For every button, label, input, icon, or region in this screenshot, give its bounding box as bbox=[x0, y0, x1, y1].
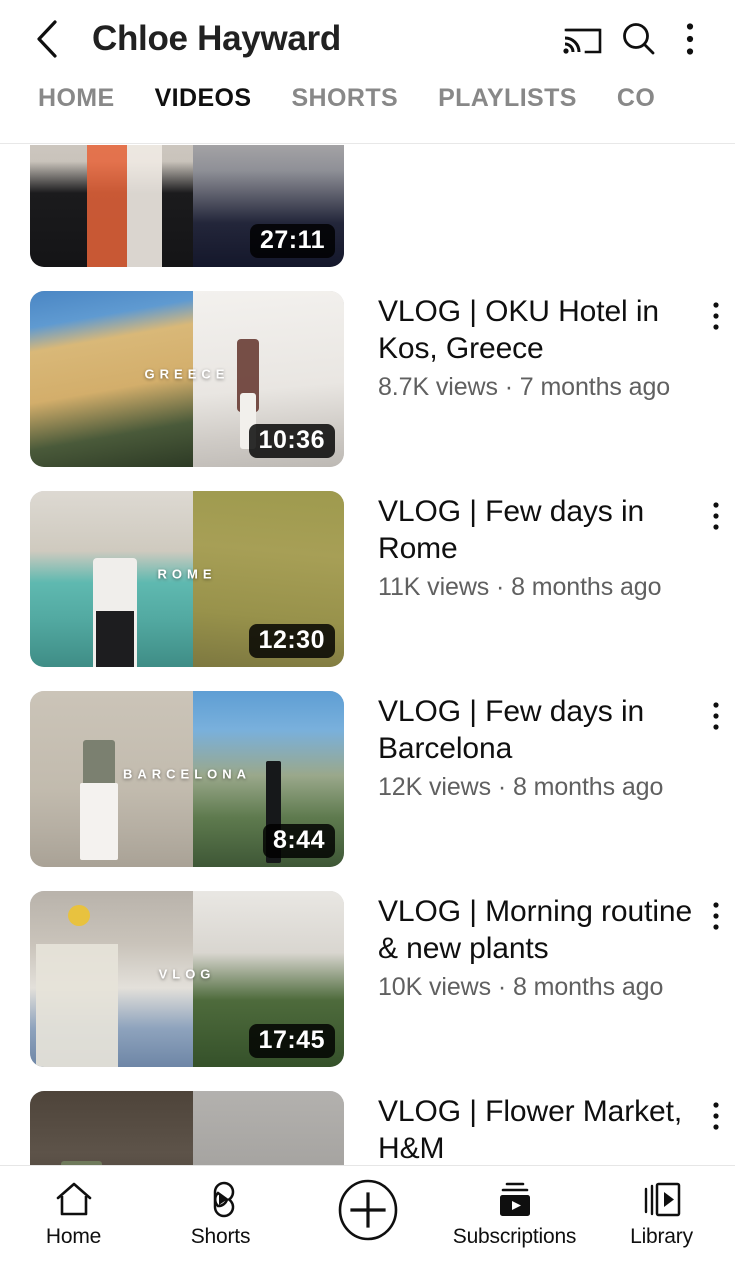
thumbnail-left-panel bbox=[30, 291, 194, 467]
nav-item-library[interactable]: Library bbox=[588, 1178, 735, 1249]
tab-shorts[interactable]: SHORTS bbox=[271, 78, 418, 113]
kebab-menu-icon[interactable] bbox=[667, 11, 713, 67]
video-duration: 17:45 bbox=[248, 1023, 335, 1058]
video-overflow-menu-icon[interactable] bbox=[693, 293, 735, 339]
subscriptions-icon bbox=[494, 1178, 536, 1218]
video-title[interactable]: VLOG | OKU Hotel in Kos, Greece bbox=[378, 293, 735, 367]
app-header: Chloe Hayward bbox=[0, 0, 735, 78]
video-meta: VLOG | Flower Market, H&M bbox=[344, 1091, 735, 1165]
nav-item-home[interactable]: Home bbox=[0, 1178, 147, 1249]
video-list[interactable]: 27:11 14K views · 7 months ago bbox=[0, 145, 735, 1165]
nav-item-shorts[interactable]: Shorts bbox=[147, 1178, 294, 1249]
video-meta: VLOG | Morning routine & new plants 10K … bbox=[344, 891, 735, 1002]
video-thumbnail[interactable]: ROME 12:30 bbox=[30, 491, 344, 667]
youtube-channel-screen: Chloe Hayward HOME VIDEOS SHORTS PLAYLIS… bbox=[0, 0, 735, 1261]
back-chevron-icon[interactable] bbox=[26, 17, 70, 61]
video-overflow-menu-icon[interactable] bbox=[693, 893, 735, 939]
table-row[interactable]: GREECE 10:36 VLOG | OKU Hotel in Kos, Gr… bbox=[0, 279, 735, 479]
tab-home[interactable]: HOME bbox=[18, 78, 135, 113]
video-title[interactable]: VLOG | Morning routine & new plants bbox=[378, 893, 735, 967]
video-overflow-menu-icon[interactable] bbox=[693, 1093, 735, 1139]
nav-label-home: Home bbox=[45, 1225, 102, 1248]
video-meta: VLOG | OKU Hotel in Kos, Greece 8.7K vie… bbox=[344, 291, 735, 402]
tab-videos[interactable]: VIDEOS bbox=[135, 78, 272, 113]
home-icon bbox=[54, 1178, 94, 1218]
tab-playlists[interactable]: PLAYLISTS bbox=[418, 78, 597, 113]
video-title[interactable]: VLOG | Few days in Barcelona bbox=[378, 693, 735, 767]
video-meta: VLOG | Few days in Barcelona 12K views ·… bbox=[344, 691, 735, 802]
thumbnail-right-panel bbox=[193, 1091, 344, 1165]
video-overflow-menu-icon[interactable] bbox=[693, 493, 735, 539]
bottom-navigation-bar: Home Shorts Subscriptions Library bbox=[0, 1165, 735, 1261]
nav-label-shorts: Shorts bbox=[190, 1225, 251, 1248]
cast-icon[interactable] bbox=[555, 11, 611, 67]
video-duration: 27:11 bbox=[249, 223, 335, 258]
table-row[interactable]: ROME 12:30 VLOG | Few days in Rome 11K v… bbox=[0, 479, 735, 679]
table-row[interactable]: VLOG 17:45 VLOG | Morning routine & new … bbox=[0, 879, 735, 1079]
library-icon bbox=[641, 1178, 683, 1218]
video-stats: 10K views · 8 months ago bbox=[378, 973, 664, 1002]
video-stats: 8.7K views · 7 months ago bbox=[378, 373, 671, 402]
video-stats: 12K views · 8 months ago bbox=[378, 773, 664, 802]
video-thumbnail[interactable]: BARCELONA 8:44 bbox=[30, 691, 344, 867]
video-stats: 11K views · 8 months ago bbox=[378, 573, 662, 602]
nav-label-library: Library bbox=[630, 1225, 693, 1248]
search-icon[interactable] bbox=[611, 11, 667, 67]
video-thumbnail[interactable]: 27:11 bbox=[30, 145, 344, 267]
video-duration: 10:36 bbox=[248, 423, 335, 458]
video-thumbnail[interactable]: GREECE 10:36 bbox=[30, 291, 344, 467]
video-overflow-menu-icon[interactable] bbox=[693, 693, 735, 739]
page-title: Chloe Hayward bbox=[92, 19, 341, 58]
shorts-icon bbox=[202, 1178, 240, 1218]
video-meta: VLOG | Few days in Rome 11K views · 8 mo… bbox=[344, 491, 735, 602]
video-duration: 12:30 bbox=[248, 623, 335, 658]
tab-community[interactable]: CO bbox=[597, 78, 675, 113]
video-title[interactable]: VLOG | Few days in Rome bbox=[378, 493, 735, 567]
channel-tabs: HOME VIDEOS SHORTS PLAYLISTS CO bbox=[0, 78, 735, 144]
nav-label-subscriptions: Subscriptions bbox=[452, 1225, 577, 1248]
nav-item-create[interactable] bbox=[294, 1179, 441, 1248]
thumbnail-left-panel bbox=[30, 1091, 194, 1165]
video-thumbnail[interactable]: VLOG 17:45 bbox=[30, 891, 344, 1067]
table-row[interactable]: VLOG VLOG | Flower Market, H&M bbox=[0, 1079, 735, 1165]
video-duration: 8:44 bbox=[262, 823, 335, 858]
create-plus-icon bbox=[337, 1179, 399, 1241]
table-row[interactable]: 27:11 14K views · 7 months ago bbox=[0, 145, 735, 279]
video-title[interactable]: VLOG | Flower Market, H&M bbox=[378, 1093, 735, 1165]
table-row[interactable]: BARCELONA 8:44 VLOG | Few days in Barcel… bbox=[0, 679, 735, 879]
nav-item-subscriptions[interactable]: Subscriptions bbox=[441, 1178, 588, 1249]
video-thumbnail[interactable]: VLOG bbox=[30, 1091, 344, 1165]
